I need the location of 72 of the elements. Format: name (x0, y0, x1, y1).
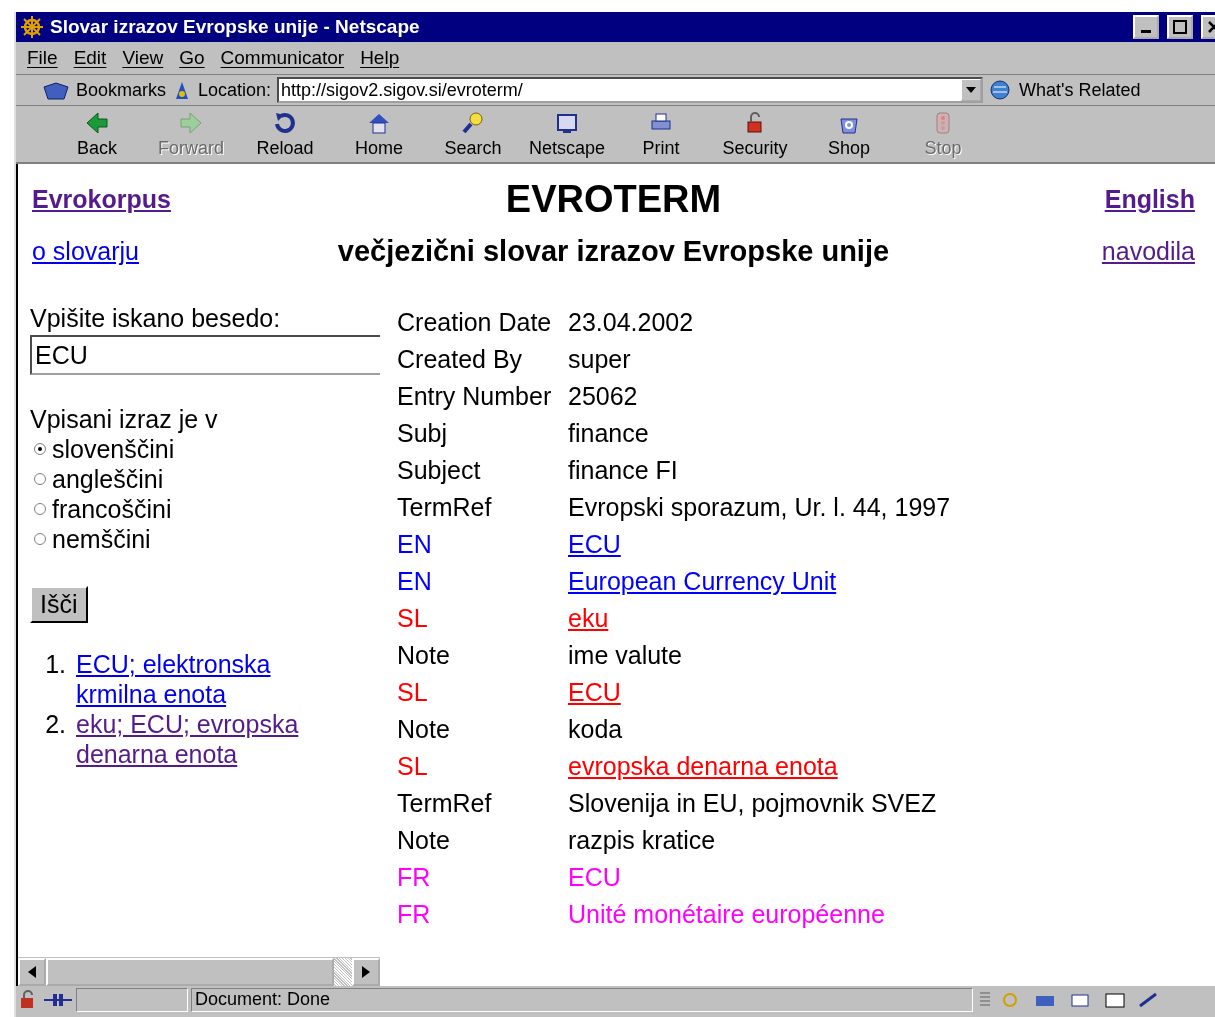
field-label: FR (397, 862, 432, 893)
field-value: finance (568, 418, 650, 449)
field-value: koda (568, 714, 624, 745)
field-value: Evropski sporazum, Ur. l. 44, 1997 (568, 492, 952, 523)
submit-button[interactable]: Išči (30, 586, 88, 623)
list-number: 2. (44, 709, 67, 739)
field-label: SL (397, 677, 429, 708)
toolbar-button[interactable]: Print (614, 108, 708, 160)
language-radio[interactable]: slovenščini (30, 434, 380, 464)
field-label: Note (397, 825, 451, 856)
status-text: Document: Done (191, 987, 973, 1012)
page-title: EVROTERM (504, 178, 723, 221)
location-label: Location: (198, 79, 272, 101)
field-label: Creation Date (397, 307, 553, 338)
help-link[interactable]: navodila (1101, 237, 1195, 266)
field-label: FR (397, 899, 432, 930)
term-link[interactable]: evropska denarna enota (568, 748, 838, 785)
search-field[interactable]: ECU (30, 335, 380, 375)
language-link[interactable]: English (1104, 185, 1195, 214)
field-value: super (568, 344, 632, 375)
menu-item[interactable]: View (117, 47, 175, 69)
page-subtitle: večjezični slovar izrazov Evropske unije (337, 235, 890, 268)
term-link[interactable]: eku (568, 600, 609, 637)
term-link[interactable]: ECU (568, 674, 621, 711)
language-radio[interactable]: francoščini (30, 494, 380, 524)
toolbar-button[interactable]: Search (426, 108, 520, 160)
field-value: Slovenija in EU, pojmovnik SVEZ (568, 788, 938, 819)
toolbar-button[interactable]: Shop (802, 108, 896, 160)
about-link[interactable]: o slovarju (32, 237, 139, 266)
search-label: Vpišite iskano besedo: (30, 304, 282, 333)
field-label: Note (397, 714, 451, 745)
window-title: Slovar izrazov Evropske unije - Netscape (50, 16, 421, 38)
menu-item[interactable]: Go (174, 47, 216, 69)
toolbar-button[interactable]: Reload (238, 108, 332, 160)
field-label: TermRef (397, 788, 493, 819)
field-value: ime valute (568, 640, 683, 671)
menu-item[interactable]: Help (355, 47, 411, 69)
field-value: Unité monétaire européenne (568, 899, 886, 930)
field-label: Entry Number (397, 381, 553, 412)
evrokorpus-link[interactable]: Evrokorpus (32, 185, 171, 214)
term-link[interactable]: ECU (568, 526, 621, 563)
language-radio[interactable]: nemščini (30, 524, 380, 554)
whats-related-button[interactable]: What's Related (1019, 79, 1141, 101)
toolbar-button[interactable]: Security (708, 108, 802, 160)
term-link[interactable]: European Currency Unit (568, 563, 837, 600)
toolbar-button[interactable]: Netscape (520, 108, 614, 160)
field-label: Subj (397, 418, 449, 449)
field-value: 23.04.2002 (568, 307, 695, 338)
menu-item[interactable]: Edit (68, 47, 118, 69)
field-value: finance FI (568, 455, 679, 486)
field-label: SL (397, 751, 429, 782)
field-value: ECU (568, 862, 622, 893)
toolbar-button[interactable]: Back (50, 108, 144, 160)
bookmarks-button[interactable]: Bookmarks (76, 79, 167, 101)
field-label: Created By (397, 344, 524, 375)
field-label: SL (397, 603, 429, 634)
field-label: EN (397, 529, 433, 560)
menu-item[interactable]: Communicator (215, 47, 356, 69)
menu-item[interactable]: File (22, 47, 69, 69)
field-label: EN (397, 566, 433, 597)
field-label: Note (397, 640, 451, 671)
field-value: razpis kratice (568, 825, 717, 856)
field-label: Subject (397, 455, 482, 486)
list-number: 1. (44, 649, 67, 679)
field-value: 25062 (568, 381, 639, 412)
field-label: TermRef (397, 492, 493, 523)
result-link[interactable]: eku; ECU; evropska denarna enota (76, 709, 316, 769)
language-radio[interactable]: angleščini (30, 464, 380, 494)
url-field[interactable]: http://sigov2.sigov.si/evroterm/ (277, 77, 984, 103)
language-label: Vpisani izraz je v (30, 405, 219, 434)
toolbar-button[interactable]: Home (332, 108, 426, 160)
result-link[interactable]: ECU; elektronska krmilna enota (76, 649, 316, 709)
